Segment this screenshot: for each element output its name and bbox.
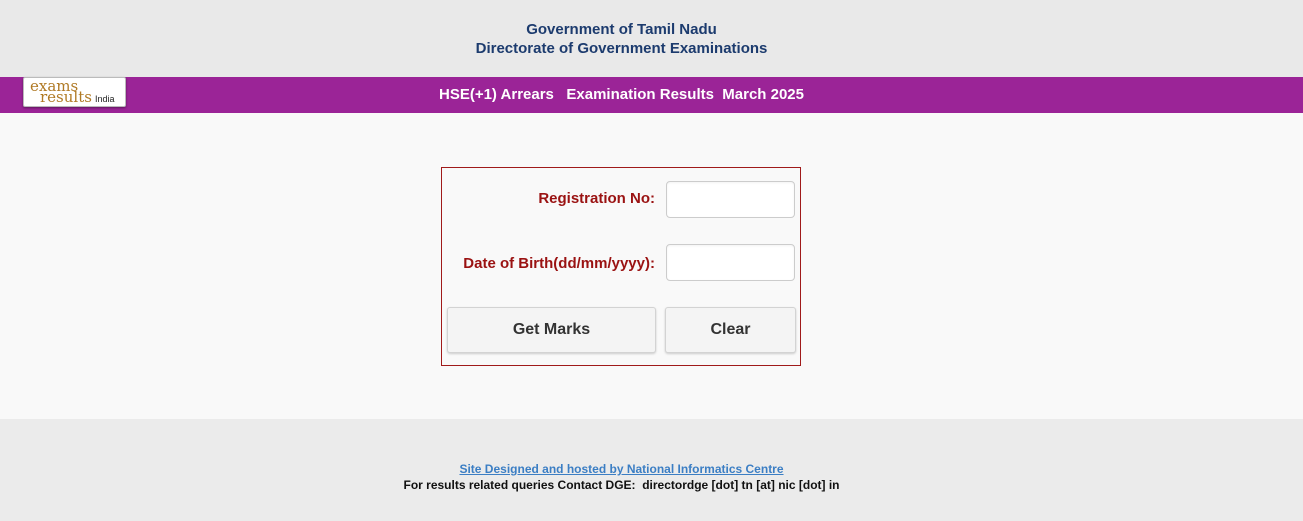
title-banner: exams results India HSE(+1) Arrears Exam…: [0, 77, 1303, 113]
clear-button[interactable]: Clear: [665, 307, 796, 353]
dob-input[interactable]: [666, 244, 795, 281]
page-header: Government of Tamil Nadu Directorate of …: [0, 0, 1303, 77]
get-marks-button[interactable]: Get Marks: [447, 307, 656, 353]
exam-title: HSE(+1) Arrears Examination Results Marc…: [438, 86, 804, 103]
result-form: Registration No: Date of Birth(dd/mm/yyy…: [441, 167, 801, 366]
page-footer: Site Designed and hosted by National Inf…: [0, 419, 1303, 521]
nic-link[interactable]: Site Designed and hosted by National Inf…: [0, 462, 1243, 476]
page-title: Government of Tamil Nadu Directorate of …: [0, 20, 1243, 58]
registration-label: Registration No:: [538, 190, 655, 207]
government-name: Government of Tamil Nadu: [526, 21, 717, 38]
directorate-name: Directorate of Government Examinations: [475, 40, 768, 57]
contact-info: For results related queries Contact DGE:…: [403, 478, 840, 492]
dob-label: Date of Birth(dd/mm/yyyy):: [463, 255, 655, 272]
registration-input[interactable]: [666, 181, 795, 218]
